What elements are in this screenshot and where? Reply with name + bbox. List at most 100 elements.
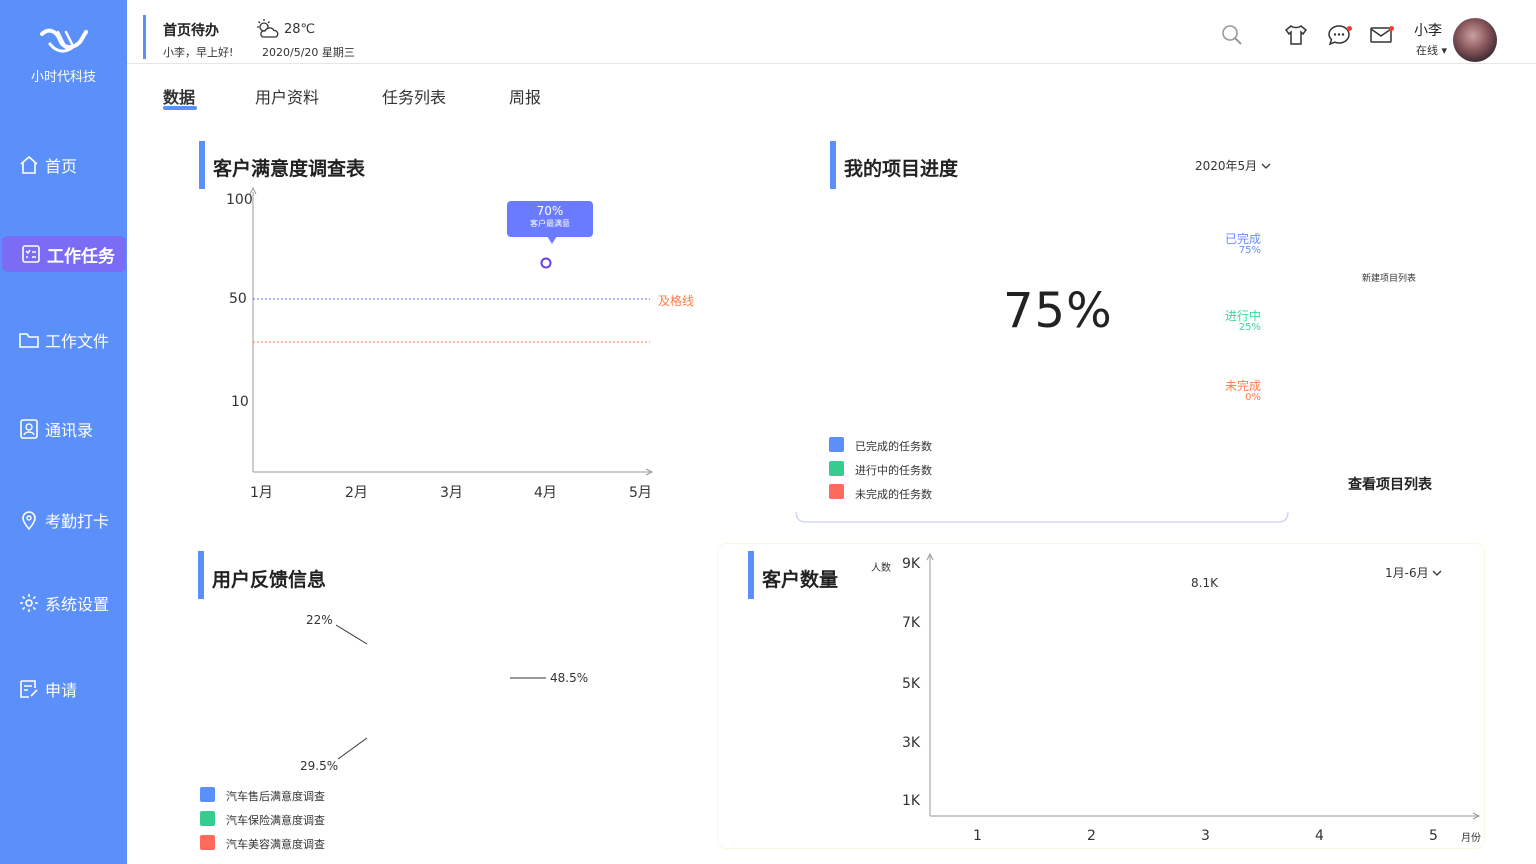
status-unfinished-percent: 0% (1245, 392, 1261, 403)
status-in-progress-percent: 25% (1238, 322, 1261, 333)
sidebar-item-label: 首页 (45, 157, 78, 176)
project-title: 我的项目进度 (844, 158, 959, 180)
caret-down-icon: ▾ (1441, 44, 1448, 57)
section-accent-bar (830, 141, 836, 189)
satisfaction-title: 客户满意度调查表 (213, 158, 366, 180)
pie-leader-lines (335, 624, 546, 760)
avatar[interactable] (1453, 18, 1497, 62)
month-select-value: 2020年5月 (1195, 159, 1258, 173)
status-completed-percent: 75% (1238, 245, 1261, 256)
range-select-value: 1月-6月 (1385, 566, 1429, 580)
sidebar-item-attendance[interactable]: 考勤打卡 (0, 502, 127, 538)
x-tick-label: 2 (1087, 828, 1096, 844)
x-tick-label: 4 (1315, 828, 1324, 844)
view-project-list-link[interactable]: 查看项目列表 (1348, 474, 1432, 494)
section-accent-bar (748, 551, 754, 599)
legend-label: 汽车保险满意度调查 (226, 814, 325, 827)
y-tick-label: 50 (229, 291, 247, 307)
x-tick-label: 3月 (440, 485, 463, 501)
sidebar-item-label: 工作任务 (47, 246, 115, 267)
section-accent-bar (198, 551, 204, 599)
search-icon[interactable] (1219, 22, 1245, 48)
legend-swatch (200, 811, 215, 826)
legend-swatch (829, 461, 844, 476)
sidebar-item-apply[interactable]: 申请 (0, 671, 127, 707)
sidebar-item-work-files[interactable]: 工作文件 (0, 322, 127, 358)
month-select[interactable]: 2020年5月 (1195, 157, 1271, 174)
pie-label: 22% (306, 613, 333, 627)
sidebar-item-label: 申请 (45, 681, 78, 700)
pie-label: 29.5% (300, 759, 339, 773)
y-tick-label: 3K (902, 735, 921, 751)
sidebar-item-label: 通讯录 (45, 421, 94, 440)
home-icon (20, 155, 38, 174)
tooltip-value: 70% (536, 204, 564, 218)
gear-icon (20, 594, 38, 612)
legend-label: 未完成的任务数 (855, 488, 932, 501)
sidebar-item-label: 考勤打卡 (45, 512, 110, 531)
legend-label: 汽车美容满意度调查 (226, 838, 325, 851)
tab-user-profile[interactable]: 用户资料 (255, 84, 319, 108)
x-tick-label: 5 (1429, 828, 1438, 844)
active-tab-indicator (163, 106, 197, 110)
temperature: 28℃ (284, 22, 316, 37)
checklist-icon (22, 245, 40, 263)
y-tick-label: 100 (226, 192, 253, 208)
feedback-title: 用户反馈信息 (212, 569, 327, 591)
greeting-text: 小李，早上好! (163, 46, 234, 59)
brand[interactable]: 小时代科技 (0, 18, 127, 85)
legend-swatch (829, 437, 844, 452)
y-axis-unit: 人数 (871, 563, 891, 574)
chevron-down-icon (1432, 570, 1442, 576)
pie-label: 48.5% (550, 671, 589, 685)
user-status-dropdown[interactable]: 在线 ▾ (1416, 42, 1447, 58)
sidebar-item-work-tasks[interactable]: 工作任务 (2, 236, 126, 272)
y-tick-label: 7K (902, 615, 921, 631)
sidebar-item-label: 工作文件 (45, 332, 110, 351)
x-tick-label: 5月 (629, 485, 652, 501)
x-tick-label: 2月 (345, 485, 368, 501)
legend-label: 进行中的任务数 (855, 464, 932, 477)
brand-logo-icon (39, 28, 88, 53)
location-pin-icon (22, 511, 36, 531)
new-project-list-button[interactable]: 新建项目列表 (1362, 271, 1416, 284)
brand-name: 小时代科技 (30, 70, 96, 85)
chart-tooltip: 70% 客户最满意 (507, 201, 593, 244)
form-edit-icon (20, 680, 38, 698)
y-tick-label: 10 (231, 394, 249, 410)
chevron-down-icon (1261, 163, 1271, 169)
mail-notification-dot (1389, 26, 1394, 31)
user-name[interactable]: 小李 (1414, 20, 1442, 40)
tab-task-list[interactable]: 任务列表 (382, 84, 446, 108)
y-tick-label: 5K (902, 676, 921, 692)
shirt-icon[interactable] (1283, 22, 1309, 48)
tab-data[interactable]: 数据 (163, 84, 195, 108)
partly-cloudy-icon (257, 19, 279, 38)
contacts-icon (20, 419, 38, 439)
current-date: 2020/5/20 星期三 (262, 46, 355, 59)
project-card-bottom-border (795, 511, 1289, 523)
top-header: 首页待办 小李，早上好! 28℃ 2020/5/20 星期三 小李 在线 ▾ (127, 0, 1536, 64)
progress-center-value: 75% (1003, 283, 1113, 339)
legend-label: 已完成的任务数 (855, 440, 932, 453)
x-tick-label: 3 (1201, 828, 1210, 844)
y-tick-label: 9K (902, 556, 921, 572)
sidebar: 小时代科技 首页 工作任务 工作文件 通讯录 考勤打卡 系统设置 申请 (0, 0, 127, 864)
legend-swatch (200, 835, 215, 850)
x-tick-label: 1 (973, 828, 982, 844)
x-axis-unit: 月份 (1461, 833, 1481, 844)
todo-title[interactable]: 首页待办 (163, 20, 219, 40)
header-accent-bar (143, 15, 146, 59)
y-tick-label: 1K (902, 793, 921, 809)
folder-icon (19, 333, 39, 348)
tab-weekly-report[interactable]: 周报 (509, 84, 541, 108)
sidebar-item-contacts[interactable]: 通讯录 (0, 411, 127, 447)
sidebar-item-settings[interactable]: 系统设置 (0, 585, 127, 621)
chat-notification-dot (1347, 26, 1352, 31)
range-select[interactable]: 1月-6月 (1385, 564, 1442, 581)
leader-line (335, 624, 368, 645)
customer-title: 客户数量 (762, 569, 839, 591)
sidebar-item-home[interactable]: 首页 (0, 147, 127, 183)
pass-line-label: 及格线 (658, 294, 695, 308)
data-point-highlight[interactable] (540, 257, 552, 269)
